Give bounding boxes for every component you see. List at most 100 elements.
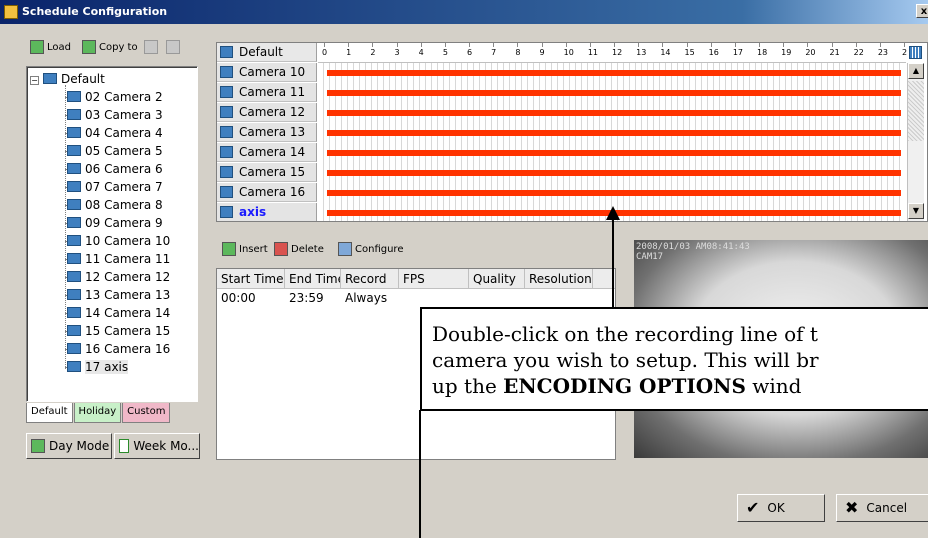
grid-row-label[interactable]: axis bbox=[217, 203, 317, 221]
delete-icon bbox=[274, 242, 288, 256]
hour-label: 12 bbox=[612, 48, 623, 57]
window-title: Schedule Configuration bbox=[22, 5, 168, 18]
hour-label: 6 bbox=[467, 48, 473, 57]
column-record[interactable]: Record bbox=[341, 269, 399, 288]
copy-to-button[interactable]: Copy to bbox=[82, 40, 138, 54]
recording-line[interactable] bbox=[327, 190, 901, 196]
column-resolution[interactable]: Resolution bbox=[525, 269, 593, 288]
hour-label: 20 bbox=[805, 48, 816, 57]
tree-item[interactable]: 03 Camera 3 bbox=[67, 106, 163, 124]
tab-custom[interactable]: Custom bbox=[122, 403, 171, 423]
move-down-button[interactable] bbox=[166, 40, 180, 54]
cancel-button[interactable]: ✖ Cancel bbox=[836, 494, 928, 522]
recording-line[interactable] bbox=[327, 110, 901, 116]
app-icon bbox=[4, 5, 18, 19]
hour-label: 5 bbox=[442, 48, 448, 57]
cell-start-time: 00:00 bbox=[221, 291, 256, 305]
close-button[interactable]: x bbox=[916, 4, 928, 18]
hour-label: 23 bbox=[877, 48, 889, 57]
tree-item[interactable]: 14 Camera 14 bbox=[67, 304, 170, 322]
column-quality[interactable]: Quality bbox=[469, 269, 525, 288]
timeline-background bbox=[318, 63, 902, 221]
grid-row-label[interactable]: Camera 13 bbox=[217, 123, 317, 142]
insert-button[interactable]: Insert bbox=[222, 242, 268, 256]
hour-label: 2 bbox=[370, 48, 376, 57]
tree-root[interactable]: − Default bbox=[30, 70, 105, 88]
tree-item[interactable]: 06 Camera 6 bbox=[67, 160, 163, 178]
hour-label: 0 bbox=[322, 48, 328, 57]
camera-icon bbox=[67, 163, 81, 174]
load-button[interactable]: Load bbox=[30, 40, 71, 54]
tree-item[interactable]: 10 Camera 10 bbox=[67, 232, 170, 250]
configure-icon bbox=[338, 242, 352, 256]
callout-pointer bbox=[419, 410, 421, 538]
tree-item[interactable]: 09 Camera 9 bbox=[67, 214, 163, 232]
grid-row-label[interactable]: Camera 12 bbox=[217, 103, 317, 122]
grid-row-label[interactable]: Camera 15 bbox=[217, 163, 317, 182]
day-mode-button[interactable]: Day Mode bbox=[26, 433, 112, 459]
camera-icon bbox=[220, 86, 233, 98]
tree-item[interactable]: 02 Camera 2 bbox=[67, 88, 163, 106]
tree-item[interactable]: 15 Camera 15 bbox=[67, 322, 170, 340]
camera-icon bbox=[67, 127, 81, 138]
hour-label: 8 bbox=[515, 48, 521, 57]
camera-icon bbox=[220, 66, 233, 78]
column-fps[interactable]: FPS bbox=[399, 269, 469, 288]
grid-row-label[interactable]: Camera 16 bbox=[217, 183, 317, 202]
tree-item[interactable]: 11 Camera 11 bbox=[67, 250, 170, 268]
grid-row-label[interactable]: Camera 14 bbox=[217, 143, 317, 162]
tab-holiday[interactable]: Holiday bbox=[73, 403, 122, 423]
hour-label: 14 bbox=[660, 48, 671, 57]
tab-default[interactable]: Default bbox=[26, 403, 73, 423]
callout-line-1: Double-click on the recording line of t bbox=[432, 322, 818, 346]
week-mode-icon bbox=[119, 439, 130, 453]
callout-arrow bbox=[612, 218, 614, 308]
preview-overlay: 2008/01/03 AM08:41:43 CAM17 bbox=[636, 242, 750, 262]
hour-label: 10 bbox=[563, 48, 574, 57]
recording-line[interactable] bbox=[327, 130, 901, 136]
grid-scrollbar[interactable]: ▲ ▼ bbox=[907, 63, 924, 221]
insert-icon bbox=[222, 242, 236, 256]
recording-line[interactable] bbox=[327, 70, 901, 76]
camera-icon bbox=[67, 217, 81, 228]
tree-item[interactable]: 08 Camera 8 bbox=[67, 196, 163, 214]
configure-button[interactable]: Configure bbox=[338, 242, 403, 256]
table-row[interactable]: 00:00 23:59 Always bbox=[217, 289, 615, 307]
collapse-icon[interactable]: − bbox=[30, 76, 39, 85]
tree-item[interactable]: 05 Camera 5 bbox=[67, 142, 163, 160]
tree-item[interactable]: 12 Camera 12 bbox=[67, 268, 170, 286]
ok-button[interactable]: ✔ OK bbox=[737, 494, 825, 522]
grid-settings-icon[interactable] bbox=[907, 43, 924, 63]
tree-item[interactable]: 16 Camera 16 bbox=[67, 340, 170, 358]
move-up-button[interactable] bbox=[144, 40, 158, 54]
week-mode-button[interactable]: Week Mo... bbox=[114, 433, 200, 459]
scroll-up-button[interactable]: ▲ bbox=[908, 63, 924, 79]
tree-item[interactable]: 07 Camera 7 bbox=[67, 178, 163, 196]
grid-row-label[interactable]: Camera 10 bbox=[217, 63, 317, 82]
recording-line[interactable] bbox=[327, 90, 901, 96]
camera-icon bbox=[220, 206, 233, 218]
schedule-grid[interactable]: Default 0 1 2 3 4 5 6 7 8 9 10 11 12 13 14 15 16 17 18 19 20… bbox=[216, 42, 928, 222]
recording-line[interactable] bbox=[327, 150, 901, 156]
column-end-time[interactable]: End Time bbox=[285, 269, 341, 288]
hour-label: 17 bbox=[732, 48, 744, 57]
camera-icon bbox=[67, 289, 81, 300]
cell-record: Always bbox=[345, 291, 388, 305]
column-start-time[interactable]: Start Time bbox=[217, 269, 285, 288]
tree-item[interactable]: 13 Camera 13 bbox=[67, 286, 170, 304]
delete-button[interactable]: Delete bbox=[274, 242, 324, 256]
tree-item[interactable]: 17 axis bbox=[67, 358, 129, 376]
camera-icon bbox=[67, 199, 81, 210]
camera-icon bbox=[67, 145, 81, 156]
camera-icon bbox=[67, 325, 81, 336]
grid-row-label[interactable]: Camera 11 bbox=[217, 83, 317, 102]
scroll-down-button[interactable]: ▼ bbox=[908, 203, 924, 219]
instruction-callout: Double-click on the recording line of t … bbox=[420, 307, 928, 411]
preview-camera-name: CAM17 bbox=[636, 252, 664, 262]
camera-icon bbox=[67, 307, 81, 318]
camera-tree[interactable]: − Default 02 Camera 2 03 Camera 3 04 Camera… bbox=[26, 66, 198, 402]
recording-line[interactable] bbox=[327, 170, 901, 176]
hour-label: 21 bbox=[829, 48, 840, 57]
copy-label: Copy to bbox=[99, 41, 138, 53]
tree-item[interactable]: 04 Camera 4 bbox=[67, 124, 163, 142]
